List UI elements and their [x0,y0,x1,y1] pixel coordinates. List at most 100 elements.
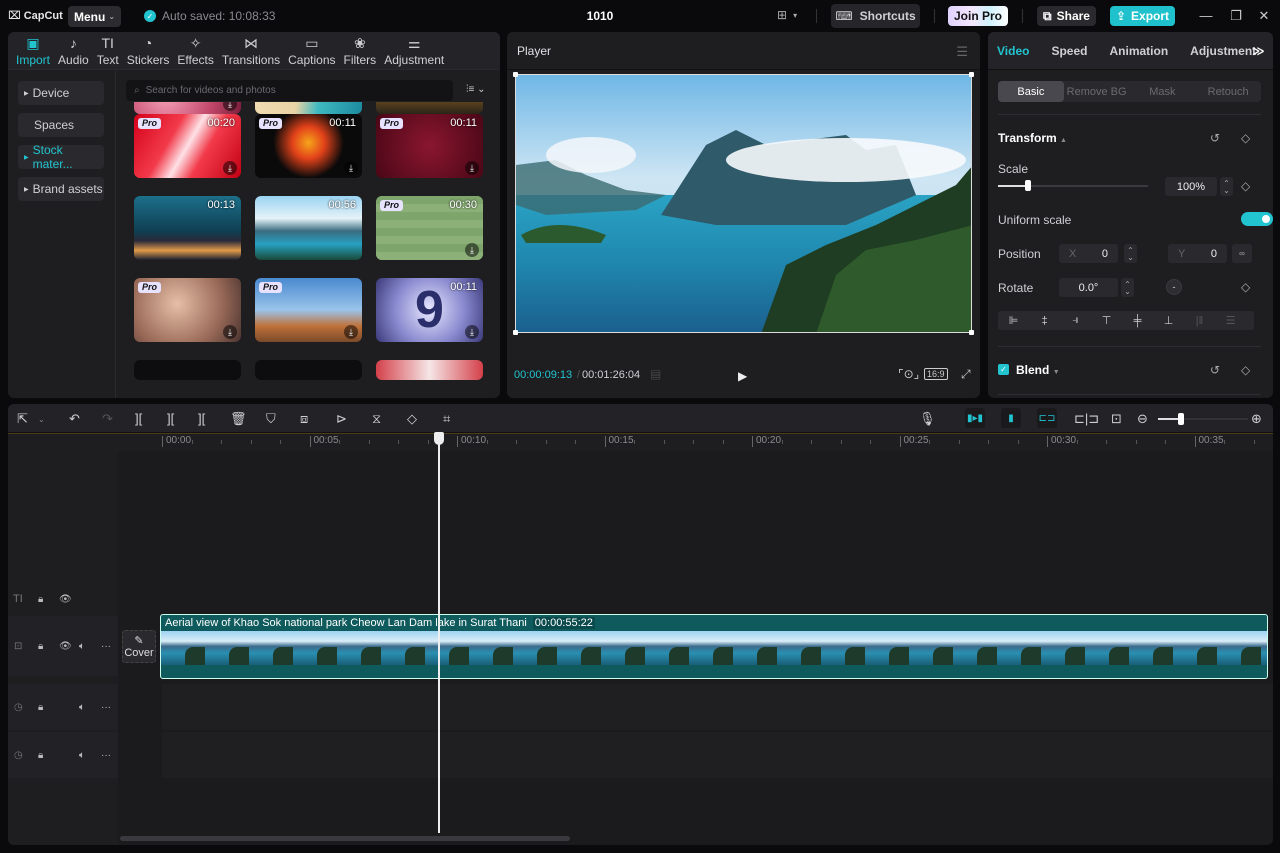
rotate-dial[interactable]: - [1166,279,1182,295]
zoom-in-icon[interactable]: ⊕ [1251,411,1262,427]
more-options-icon[interactable]: ··· [101,702,111,713]
tab-audio[interactable]: ♪ Audio [54,32,93,70]
align-top-icon[interactable]: ⊤ [1091,314,1122,327]
export-button[interactable]: ⇪ Export [1110,6,1175,26]
reset-icon[interactable]: ↺ [1210,131,1220,145]
video-clip[interactable]: Aerial view of Khao Sok national park Ch… [160,614,1268,679]
crop-icon[interactable]: ⌗ [443,411,450,427]
sidebar-item-brand-assets[interactable]: ▶ Brand assets [18,177,104,201]
keyframe-diamond-icon[interactable]: ◇ [1241,363,1250,377]
subtab-basic[interactable]: Basic [998,81,1064,102]
blend-checkbox[interactable]: ✓ [998,364,1009,375]
rotate-clip-icon[interactable]: ◇ [407,411,417,427]
split-icon[interactable]: ][ [135,411,142,426]
rotate-stepper[interactable]: ⌃ ⌄ [1121,278,1134,297]
position-x-stepper[interactable]: ⌃ ⌄ [1124,244,1137,263]
align-center-horizontal-icon[interactable]: ‡ [1029,315,1060,327]
resize-handle[interactable] [513,72,518,77]
volume-icon[interactable]: 🔈︎ [79,702,85,713]
audio-track-row[interactable] [162,732,1273,778]
linkage-icon[interactable]: ⊏⊐ [1037,408,1057,428]
keyframe-diamond-icon[interactable]: ◇ [1241,179,1250,193]
download-icon[interactable]: ⤓ [344,325,358,339]
zoom-to-fit-icon[interactable]: ⊡ [1111,411,1122,427]
split-right-icon[interactable]: ][ [198,411,205,426]
position-x-input[interactable]: X 0 [1059,244,1118,263]
fullscreen-icon[interactable]: ⤢ [961,367,971,382]
align-left-icon[interactable]: ⊫ [998,314,1029,327]
tab-animation[interactable]: Animation [1109,44,1168,58]
keyframe-diamond-icon[interactable]: ◇ [1241,131,1250,145]
reverse-icon[interactable]: ⊳ [336,411,347,427]
media-thumbnail[interactable]: Pro ⤓ [134,278,241,342]
more-tabs-icon[interactable]: ≫ [1252,44,1265,58]
shortcuts-button[interactable]: ⌨ Shortcuts [831,4,920,28]
more-options-icon[interactable]: ··· [101,750,111,761]
resize-handle[interactable] [513,330,518,335]
menu-button[interactable]: Menu ⌄ [68,6,121,27]
lock-icon[interactable]: 🔒︎ [38,641,43,652]
media-thumbnail[interactable] [255,360,362,380]
tab-captions[interactable]: ▭ Captions [284,32,339,70]
select-tool-icon[interactable]: ⇱ [17,411,28,427]
project-title[interactable]: 1010 [580,9,620,23]
media-thumbnail[interactable] [255,102,362,114]
aspect-ratio-button[interactable]: 16:9 [924,368,948,380]
media-thumbnail[interactable]: Pro 00:30 ⤓ [376,196,483,260]
zoom-fit-icon[interactable]: ⌜⊙⌟ [898,367,919,381]
media-thumbnail[interactable]: Pro 00:11 ⤓ [255,114,362,178]
tab-adjustment[interactable]: ⚌ Adjustment [380,32,448,70]
sidebar-item-spaces[interactable]: Spaces [18,113,104,137]
rotate-input[interactable]: 0.0° [1059,278,1118,297]
more-options-icon[interactable]: ··· [101,641,111,652]
align-bottom-icon[interactable]: ⊥ [1153,314,1184,327]
align-right-icon[interactable]: ⫣ [1060,314,1091,327]
layout-button[interactable]: ⊞ ▾ [777,8,797,22]
hamburger-menu-icon[interactable]: ☰ [956,44,968,60]
play-button[interactable]: ▶ [738,369,747,383]
timeline-zoom-slider[interactable] [1158,413,1248,425]
scale-slider-knob[interactable] [1025,180,1031,191]
tab-video[interactable]: Video [997,44,1029,58]
cover-button[interactable]: ✎ Cover [122,630,156,663]
microphone-icon[interactable]: 🎙︎ [919,411,936,427]
minimize-icon[interactable]: — [1198,8,1214,23]
tab-adjustment[interactable]: Adjustment [1190,44,1256,58]
resize-handle[interactable] [969,72,974,77]
video-frame[interactable] [515,74,972,333]
sidebar-item-stock-mater[interactable]: ▶ Stock mater... [18,143,104,171]
mirror-icon[interactable]: ⧖ [372,411,381,427]
delete-icon[interactable]: 🗑︎ [230,411,247,427]
tab-effects[interactable]: ✧ Effects [173,32,217,70]
media-thumbnail[interactable] [376,360,483,380]
horizontal-scrollbar[interactable] [120,836,570,841]
playhead-line[interactable] [438,433,441,833]
join-pro-button[interactable]: Join Pro [948,6,1008,26]
scale-stepper[interactable]: ⌃ ⌄ [1220,177,1233,196]
restore-icon[interactable]: ❐ [1228,8,1244,24]
scale-input[interactable]: 100% [1165,177,1217,196]
video-viewer[interactable] [513,72,974,335]
tab-speed[interactable]: Speed [1051,44,1087,58]
timeline-ruler[interactable]: 00:00 00:05 00:10 00:15 00:20 00:25 00:30 00:35 [8,433,1273,451]
transform-section-title[interactable]: Transform ▲ [998,131,1067,145]
volume-icon[interactable]: 🔈︎ [79,750,85,761]
tab-transitions[interactable]: ⋈ Transitions [218,32,284,70]
media-thumbnail[interactable]: Pro 00:20 ⤓ [134,114,241,178]
eye-icon[interactable]: 👁︎ [59,594,72,605]
subtab-retouch[interactable]: Retouch [1195,81,1261,102]
reset-icon[interactable]: ↺ [1210,363,1220,377]
marker-icon[interactable]: ⛉ [266,411,276,427]
blend-section-title[interactable]: Blend ▼ [1016,363,1060,377]
main-track-magnet-icon[interactable]: ▮▸▮ [965,408,985,428]
zoom-out-icon[interactable]: ⊖ [1137,411,1148,427]
media-thumbnail[interactable]: Pro 00:11 ⤓ [376,114,483,178]
close-icon[interactable]: ✕ [1256,8,1272,24]
align-center-vertical-icon[interactable]: ╪ [1122,315,1153,327]
resize-handle[interactable] [969,330,974,335]
download-icon[interactable]: ⤓ [223,161,237,175]
tab-import[interactable]: ▣ Import [12,32,54,70]
split-left-icon[interactable]: ][ [167,411,174,426]
uniform-scale-toggle[interactable] [1241,212,1273,226]
media-thumbnail[interactable] [376,102,483,114]
